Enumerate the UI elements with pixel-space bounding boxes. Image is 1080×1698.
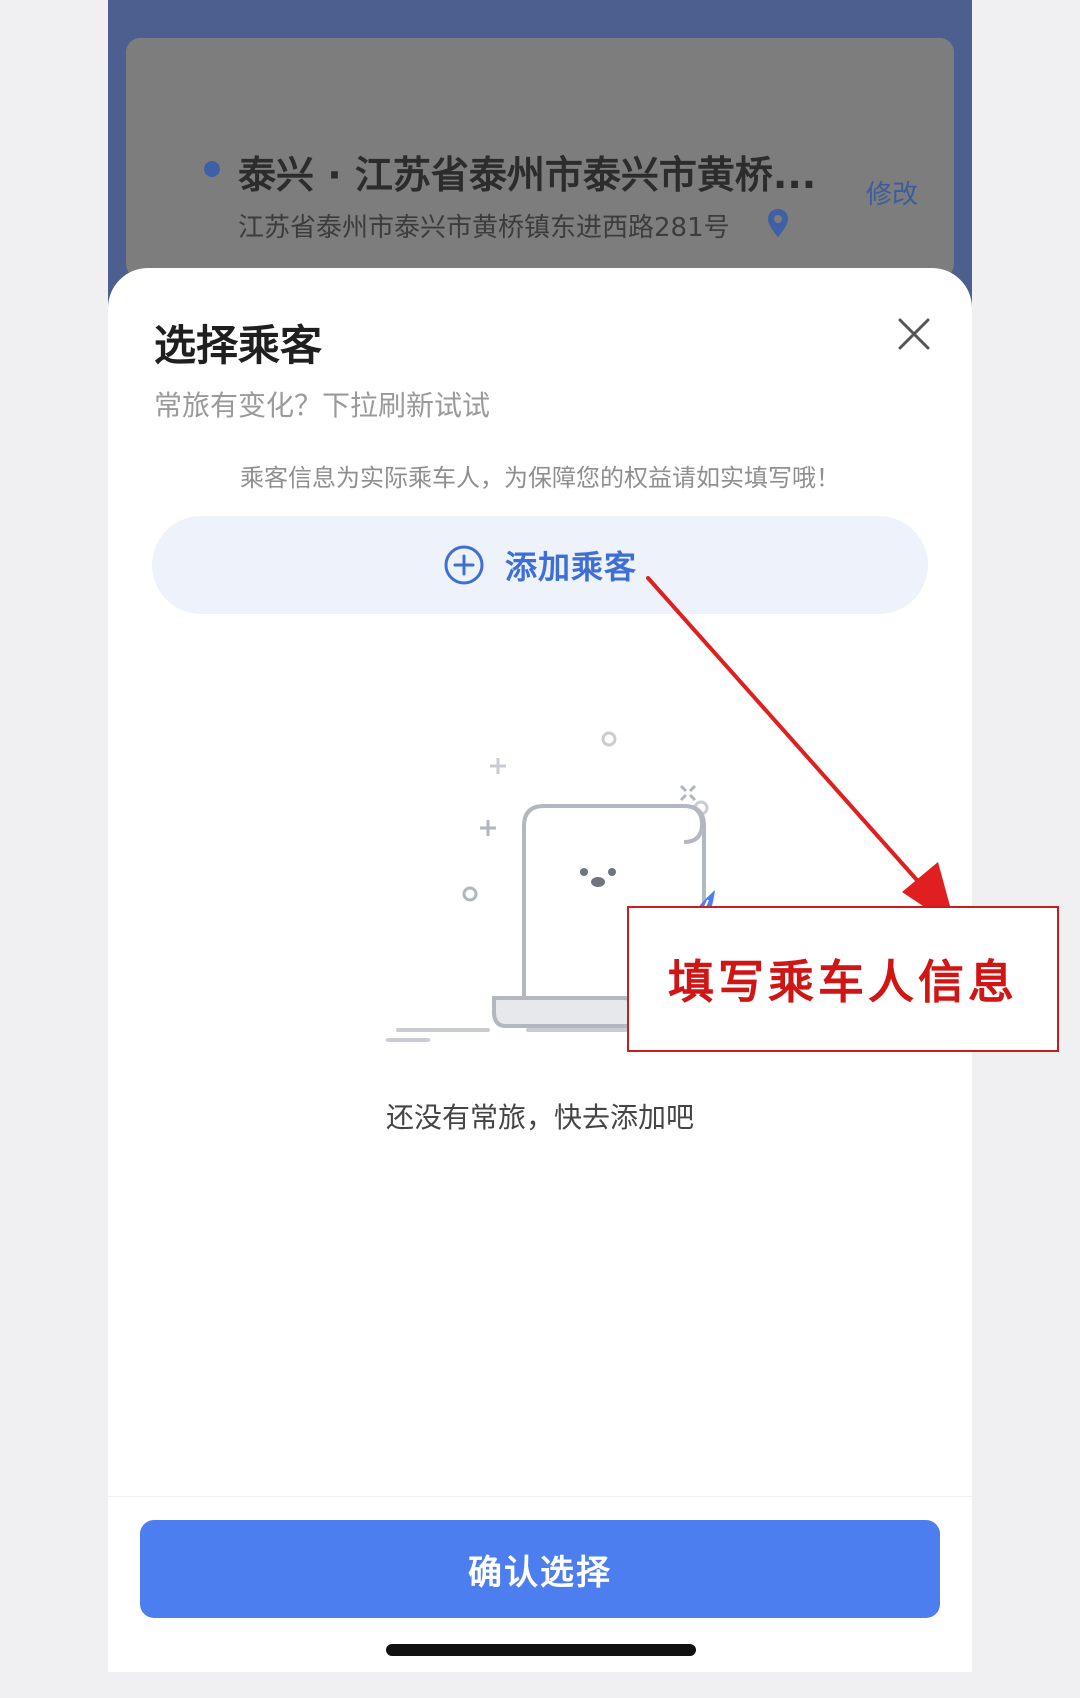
- map-pin-icon[interactable]: [766, 208, 790, 238]
- close-icon[interactable]: [896, 316, 932, 352]
- annotation-callout: 填写乘车人信息: [627, 906, 1059, 1052]
- address-detail: 江苏省泰州市泰兴市黄桥镇东进西路281号: [238, 213, 730, 243]
- confirm-selection-button[interactable]: 确认选择: [140, 1520, 940, 1618]
- passenger-notice: 乘客信息为实际乘车人，为保障您的权益请如实填写哦！: [240, 464, 840, 492]
- location-dot-icon: [204, 161, 220, 177]
- add-passenger-label: 添加乘客: [504, 548, 637, 586]
- sheet-title: 选择乘客: [154, 321, 323, 370]
- address-title: 泰兴 · 江苏省泰州市泰兴市黄桥...: [238, 153, 817, 197]
- add-passenger-button[interactable]: 添加乘客: [152, 516, 928, 614]
- refresh-hint: 常旅有变化？下拉刷新试试: [154, 389, 491, 422]
- empty-state-text: 还没有常旅，快去添加吧: [385, 1101, 694, 1134]
- edit-address-link[interactable]: 修改: [866, 174, 918, 211]
- annotation-text: 填写乘车人信息: [668, 955, 1018, 1009]
- address-card: 泰兴 · 江苏省泰州市泰兴市黄桥... 江苏省泰州市泰兴市黄桥镇东进西路281号…: [126, 38, 954, 278]
- plus-circle-icon: [444, 545, 484, 585]
- home-indicator: [386, 1644, 696, 1656]
- phone-screen: 泰兴 · 江苏省泰州市泰兴市黄桥... 江苏省泰州市泰兴市黄桥镇东进西路281号…: [108, 0, 972, 1672]
- footer-divider: [108, 1496, 972, 1497]
